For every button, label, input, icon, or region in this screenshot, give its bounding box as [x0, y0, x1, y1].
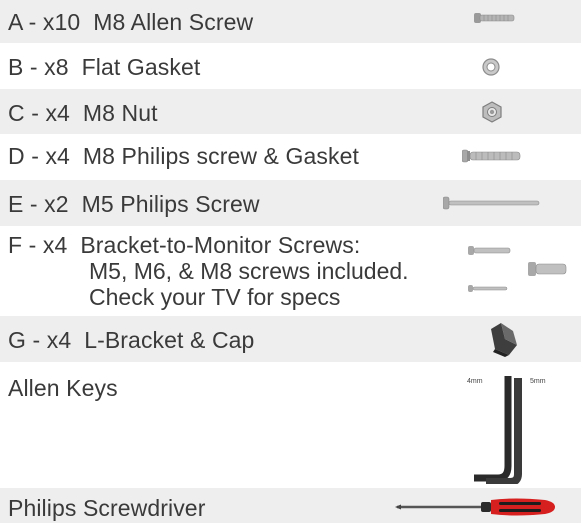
allen-keys-icon [474, 376, 522, 484]
item-label: G - x4 L-Bracket & Cap [8, 327, 255, 353]
key-size-label: 5mm [530, 378, 546, 385]
item-label: A - x10 M8 Allen Screw [8, 9, 254, 35]
item-row-g: G - x4 L-Bracket & Cap [0, 316, 581, 362]
item-note-line: M5, M6, & M8 screws included. [89, 258, 409, 284]
item-label: D - x4 M8 Philips screw & Gasket [8, 143, 359, 169]
nut-icon [482, 101, 502, 123]
l-bracket-icon [491, 323, 517, 357]
screwdriver-icon [395, 498, 555, 516]
item-label: F - x4 Bracket-to-Monitor Screws: [8, 232, 361, 258]
allen-screw-icon [474, 13, 515, 23]
item-row-allen-keys: Allen Keys 4mm 5mm [0, 362, 581, 488]
item-row-c: C - x4 M8 Nut [0, 89, 581, 134]
item-label: Philips Screwdriver [8, 495, 206, 521]
item-row-b: B - x8 Flat Gasket [0, 43, 581, 89]
item-row-screwdriver: Philips Screwdriver [0, 488, 581, 523]
item-row-a: A - x10 M8 Allen Screw [0, 0, 581, 43]
item-label: C - x4 M8 Nut [8, 100, 158, 126]
item-row-f: F - x4 Bracket-to-Monitor Screws: M5, M6… [0, 226, 581, 316]
item-label: Allen Keys [8, 375, 118, 401]
item-label: B - x8 Flat Gasket [8, 54, 201, 80]
item-row-d: D - x4 M8 Philips screw & Gasket [0, 134, 581, 180]
monitor-screws-icon [468, 246, 567, 292]
long-screw-icon [443, 196, 540, 210]
item-row-e: E - x2 M5 Philips Screw [0, 180, 581, 226]
flat-gasket-icon [482, 58, 500, 76]
item-note-line: Check your TV for specs [89, 284, 341, 310]
item-label: E - x2 M5 Philips Screw [8, 191, 260, 217]
philips-screw-gasket-icon [462, 149, 521, 163]
